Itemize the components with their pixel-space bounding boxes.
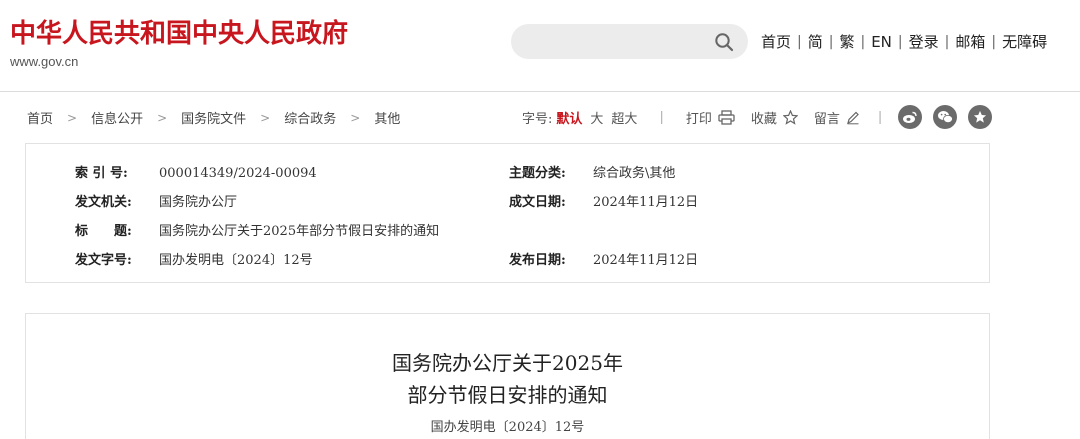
tools-separator: | bbox=[659, 110, 664, 125]
font-size-default[interactable]: 默认 bbox=[556, 108, 582, 127]
meta-doc-no: 发文字号: 国办发明电〔2024〕12号 bbox=[75, 249, 313, 268]
document-meta: 索 引 号: 000014349/2024-00094 主题分类: 综合政务\其他 … bbox=[25, 143, 990, 283]
favorite-button[interactable]: 收藏 bbox=[751, 108, 798, 127]
font-size-label: 字号: bbox=[522, 112, 553, 127]
nav-separator: | bbox=[797, 34, 802, 50]
article-body: 国务院办公厅关于2025年 部分节假日安排的通知 国办发明电〔2024〕12号 bbox=[25, 313, 990, 439]
meta-label: 发文字号: bbox=[75, 253, 132, 268]
printer-icon bbox=[718, 110, 735, 125]
nav-separator: | bbox=[828, 34, 834, 50]
comment-label: 留言 bbox=[813, 112, 840, 127]
nav-english[interactable]: EN bbox=[867, 30, 896, 54]
meta-label: 主题分类: bbox=[509, 166, 566, 181]
meta-issuer: 发文机关: 国务院办公厅 bbox=[75, 191, 237, 210]
meta-created-date: 成文日期: 2024年11月12日 bbox=[509, 191, 698, 210]
article-title-line-2: 部分节假日安排的通知 bbox=[407, 383, 608, 407]
breadcrumb-home[interactable]: 首页 bbox=[27, 108, 53, 127]
print-button[interactable]: 打印 bbox=[686, 108, 735, 127]
nav-separator: | bbox=[897, 34, 903, 50]
qzone-icon[interactable] bbox=[968, 105, 992, 129]
top-nav: 首页 | 简 | 繁 | EN | 登录 | 邮箱 | 无障碍 bbox=[757, 30, 1051, 54]
breadcrumb-state-council-docs[interactable]: 国务院文件 bbox=[181, 108, 246, 127]
print-label: 打印 bbox=[685, 112, 712, 127]
weibo-icon[interactable] bbox=[898, 105, 922, 129]
meta-value: 综合政务\其他 bbox=[593, 166, 676, 181]
search-input[interactable] bbox=[527, 31, 707, 53]
star-icon bbox=[782, 110, 798, 125]
meta-value: 国务院办公厅关于2025年部分节假日安排的通知 bbox=[159, 224, 440, 239]
meta-label: 成文日期: bbox=[509, 195, 566, 210]
site-url[interactable]: www.gov.cn bbox=[10, 54, 348, 70]
meta-value: 2024年11月12日 bbox=[593, 195, 699, 210]
meta-value: 000014349/2024-00094 bbox=[159, 166, 317, 181]
favorite-label: 收藏 bbox=[750, 112, 777, 127]
nav-accessibility[interactable]: 无障碍 bbox=[998, 30, 1051, 54]
font-size-large[interactable]: 大 bbox=[590, 108, 603, 127]
tools-separator: | bbox=[877, 110, 883, 125]
share-buttons bbox=[898, 105, 1003, 129]
site-header: 中华人民共和国中央人民政府 www.gov.cn 首页 | 简 | 繁 | EN… bbox=[0, 0, 1080, 92]
article-doc-number: 国办发明电〔2024〕12号 bbox=[430, 420, 585, 435]
meta-label: 发文机关: bbox=[75, 195, 132, 210]
meta-title: 标 题: 国务院办公厅关于2025年部分节假日安排的通知 bbox=[75, 220, 439, 239]
meta-value: 2024年11月12日 bbox=[593, 253, 699, 268]
breadcrumb-info-public[interactable]: 信息公开 bbox=[91, 108, 143, 127]
wechat-icon[interactable] bbox=[933, 105, 957, 129]
meta-label: 标 题: bbox=[75, 224, 132, 239]
page-tools: 字号: 默认 大 超大 | 打印 收藏 留言 | bbox=[522, 108, 882, 127]
nav-login[interactable]: 登录 bbox=[905, 30, 943, 54]
nav-mailbox[interactable]: 邮箱 bbox=[951, 30, 989, 54]
nav-separator: | bbox=[860, 34, 866, 50]
meta-label: 索 引 号: bbox=[75, 166, 128, 181]
site-title[interactable]: 中华人民共和国中央人民政府 bbox=[10, 16, 348, 52]
nav-separator: | bbox=[991, 34, 997, 50]
meta-value: 国办发明电〔2024〕12号 bbox=[159, 253, 313, 268]
nav-traditional[interactable]: 繁 bbox=[835, 30, 858, 54]
nav-simplified[interactable]: 简 bbox=[804, 30, 827, 54]
article-title-line-1: 国务院办公厅关于2025年 bbox=[392, 351, 623, 375]
search-box[interactable] bbox=[511, 24, 748, 59]
chevron-right-icon: > bbox=[157, 110, 168, 125]
meta-index-no: 索 引 号: 000014349/2024-00094 bbox=[75, 162, 317, 181]
comment-button[interactable]: 留言 bbox=[814, 108, 860, 127]
meta-value: 国务院办公厅 bbox=[159, 195, 238, 210]
breadcrumb-other[interactable]: 其他 bbox=[374, 108, 400, 127]
chevron-right-icon: > bbox=[67, 110, 78, 125]
breadcrumb: 首页 > 信息公开 > 国务院文件 > 综合政务 > 其他 bbox=[27, 108, 400, 128]
search-icon[interactable] bbox=[714, 32, 734, 52]
site-logo[interactable]: 中华人民共和国中央人民政府 www.gov.cn bbox=[10, 16, 348, 70]
font-size-xlarge[interactable]: 超大 bbox=[611, 108, 637, 127]
meta-topic: 主题分类: 综合政务\其他 bbox=[509, 162, 675, 181]
breadcrumb-general-affairs[interactable]: 综合政务 bbox=[284, 108, 336, 127]
chevron-right-icon: > bbox=[350, 110, 361, 125]
meta-label: 发布日期: bbox=[509, 253, 566, 268]
meta-published-date: 发布日期: 2024年11月12日 bbox=[509, 249, 698, 268]
nav-home[interactable]: 首页 bbox=[757, 30, 795, 54]
nav-separator: | bbox=[944, 34, 950, 50]
chevron-right-icon: > bbox=[260, 110, 271, 125]
pencil-icon bbox=[846, 111, 859, 125]
